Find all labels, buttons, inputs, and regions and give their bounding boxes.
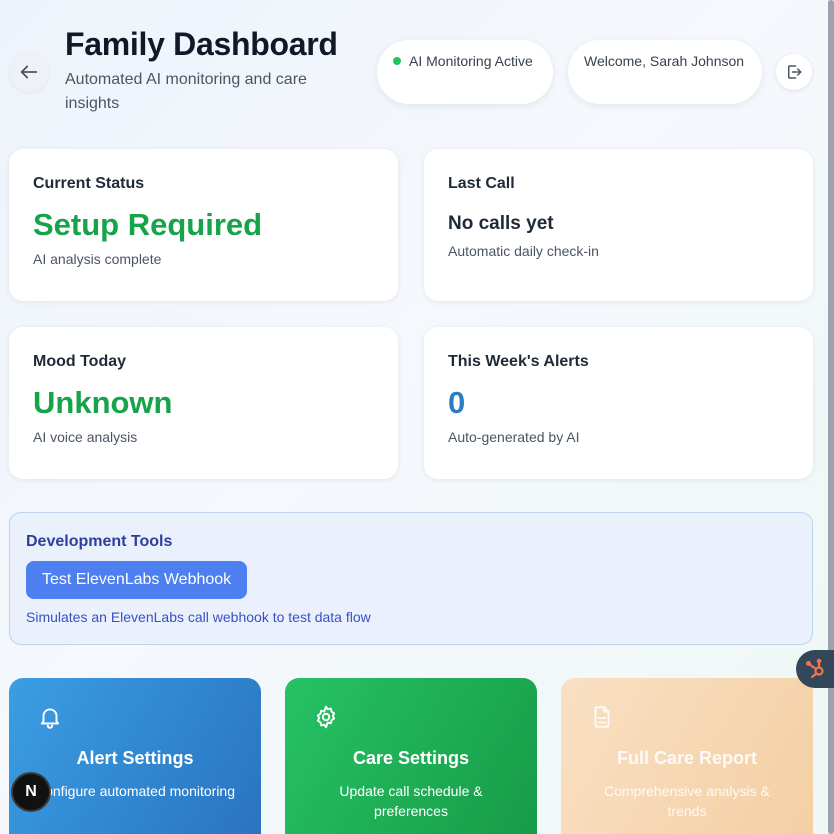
scrollbar-track[interactable] [828, 0, 834, 834]
full-care-report-card[interactable]: Full Care Report Comprehensive analysis … [561, 678, 813, 834]
hubspot-icon [805, 658, 824, 679]
nextjs-dev-badge[interactable]: N [11, 772, 51, 812]
devtools-title: Development Tools [26, 533, 173, 550]
welcome-pill: Welcome, Sarah Johnson [568, 40, 762, 104]
card-note: Auto-generated by AI [448, 429, 580, 445]
card-note: AI voice analysis [33, 429, 138, 445]
devtools-note: Simulates an ElevenLabs call webhook to … [26, 609, 371, 625]
alert-settings-card[interactable]: Alert Settings Configure automated monit… [9, 678, 261, 834]
card-note: AI analysis complete [33, 251, 162, 267]
chat-widget-button[interactable] [796, 650, 834, 688]
action-description: Comprehensive analysis & trends [604, 783, 770, 819]
card-label: Mood Today [33, 353, 127, 370]
logout-icon [788, 65, 802, 79]
alerts-count: 0 [448, 385, 466, 420]
last-call-card: Last Call No calls yet Automatic daily c… [424, 149, 813, 301]
document-icon [589, 704, 813, 732]
card-note: Automatic daily check-in [448, 243, 599, 259]
status-dot-icon [393, 57, 401, 65]
action-description: Configure automated monitoring [35, 783, 236, 799]
action-title: Full Care Report [616, 748, 758, 768]
monitoring-status-text: AI Monitoring Active [409, 53, 533, 69]
page-subtitle: Automated AI monitoring and care insight… [65, 71, 307, 112]
monitoring-status-pill: AI Monitoring Active [377, 40, 553, 104]
card-label: This Week's Alerts [448, 353, 589, 370]
welcome-text: Welcome, Sarah Johnson [584, 53, 745, 69]
weekly-alerts-card: This Week's Alerts 0 Auto-generated by A… [424, 327, 813, 479]
back-button[interactable] [9, 52, 49, 92]
gear-icon [313, 704, 537, 732]
current-status-value: Setup Required [33, 207, 263, 242]
card-label: Current Status [33, 175, 145, 192]
arrow-left-icon [20, 65, 38, 79]
last-call-value: No calls yet [448, 213, 554, 234]
scrollbar-thumb[interactable] [828, 0, 834, 834]
mood-today-card: Mood Today Unknown AI voice analysis [9, 327, 398, 479]
mood-value: Unknown [33, 385, 173, 420]
action-title: Care Settings [352, 748, 470, 768]
logout-button[interactable] [776, 54, 812, 90]
card-label: Last Call [448, 175, 515, 192]
development-tools-panel: Development Tools Test ElevenLabs Webhoo… [9, 512, 813, 645]
test-webhook-button[interactable]: Test ElevenLabs Webhook [26, 561, 248, 599]
action-description: Update call schedule & preferences [339, 783, 483, 819]
care-settings-card[interactable]: Care Settings Update call schedule & pre… [285, 678, 537, 834]
bell-icon [37, 704, 261, 732]
page-title: Family Dashboard [65, 26, 338, 62]
current-status-card: Current Status Setup Required AI analysi… [9, 149, 398, 301]
nextjs-logo-icon: N [25, 783, 37, 800]
action-title: Alert Settings [76, 748, 194, 768]
